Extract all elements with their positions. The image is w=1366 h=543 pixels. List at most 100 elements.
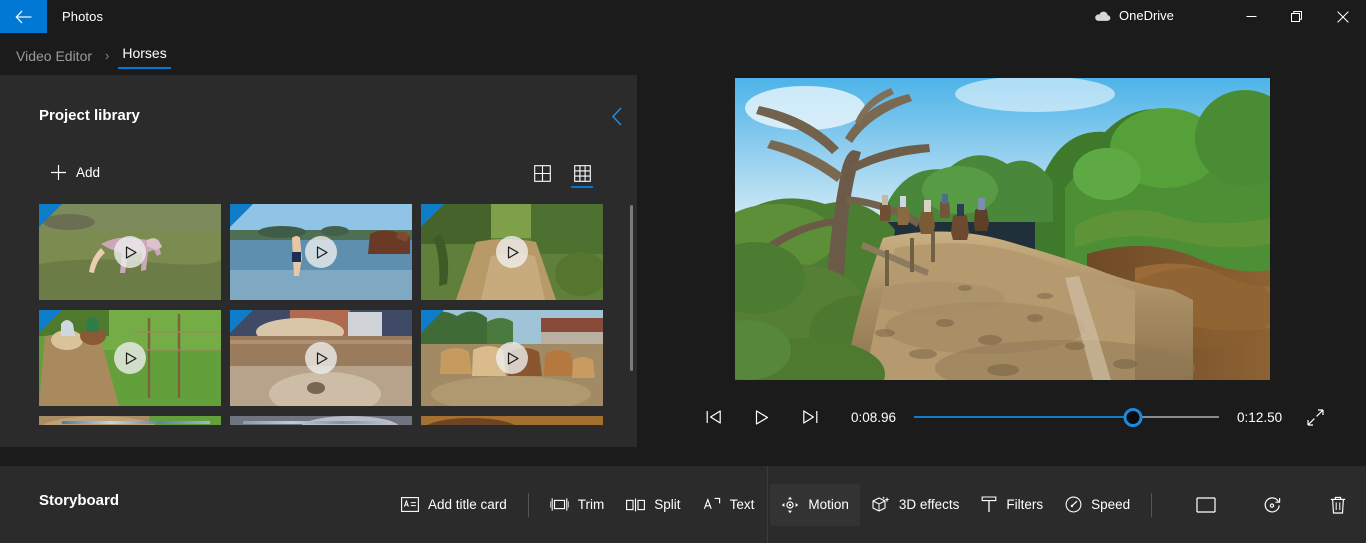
text-button[interactable]: Text [692, 484, 766, 526]
filters-label: Filters [1006, 497, 1044, 512]
large-grid-view-button[interactable] [528, 158, 556, 188]
delete-button[interactable] [1318, 484, 1358, 526]
video-corner-badge [39, 310, 62, 333]
breadcrumb-project-name[interactable]: Horses [118, 42, 171, 69]
cloud-icon [1095, 11, 1111, 21]
list-item[interactable] [421, 310, 603, 406]
video-corner-badge [421, 204, 444, 227]
trim-button[interactable]: Trim [539, 484, 616, 526]
minimize-icon [1246, 16, 1256, 17]
onedrive-status[interactable]: OneDrive [1094, 8, 1174, 23]
split-label: Split [654, 497, 681, 512]
list-item[interactable] [421, 416, 603, 425]
playback-controls: 0:08.96 0:12.50 [637, 396, 1366, 438]
title-card-icon [401, 497, 419, 512]
motion-icon [782, 496, 799, 513]
add-title-card-button[interactable]: Add title card [390, 484, 518, 526]
3d-effects-icon [872, 496, 890, 512]
rotate-button[interactable] [1252, 484, 1292, 526]
breadcrumb-separator: › [105, 48, 110, 63]
video-corner-badge [230, 204, 253, 227]
play-icon[interactable] [496, 342, 528, 374]
title-bar: Photos OneDrive [0, 0, 1366, 33]
split-button[interactable]: Split [615, 484, 691, 526]
motion-label: Motion [808, 497, 849, 512]
storyboard-title: Storyboard [39, 492, 120, 509]
aspect-ratio-button[interactable] [1186, 484, 1226, 526]
list-item[interactable] [421, 204, 603, 300]
library-scrollbar[interactable] [630, 205, 633, 371]
list-item[interactable] [39, 310, 221, 406]
video-preview-area [637, 75, 1366, 447]
thumbnail-row [39, 310, 619, 406]
storyboard-divider-3 [1151, 492, 1153, 517]
library-view-toggles [528, 158, 596, 188]
thumbnail-image [421, 416, 603, 425]
trim-label: Trim [577, 497, 605, 512]
seek-slider[interactable] [914, 407, 1220, 427]
arrow-left-icon [15, 10, 32, 23]
fullscreen-button[interactable] [1298, 402, 1332, 432]
chevron-left-icon [611, 106, 622, 126]
video-preview-frame[interactable] [735, 78, 1270, 380]
seek-handle[interactable] [1123, 407, 1143, 427]
rotate-icon [1264, 496, 1280, 512]
back-button[interactable] [0, 0, 47, 33]
trim-icon [549, 498, 569, 511]
small-grid-view-button[interactable] [568, 158, 596, 188]
minimize-button[interactable] [1228, 0, 1274, 33]
play-icon[interactable] [114, 236, 146, 268]
app-title: Photos [62, 9, 104, 24]
list-item[interactable] [230, 310, 412, 406]
next-frame-icon [803, 410, 818, 424]
total-time: 0:12.50 [1237, 409, 1283, 425]
video-corner-badge [421, 310, 444, 333]
thumbnail-row [39, 204, 619, 300]
fullscreen-icon [1306, 408, 1324, 426]
play-icon[interactable] [305, 342, 337, 374]
seek-progress [914, 416, 1133, 418]
previous-frame-button[interactable] [697, 402, 731, 432]
next-frame-button[interactable] [793, 402, 827, 432]
filters-icon [982, 496, 997, 512]
command-bar: Video Editor › Horses [0, 33, 1366, 104]
previous-frame-icon [706, 410, 721, 424]
play-button[interactable] [745, 402, 779, 432]
grid-small-icon [573, 164, 591, 182]
play-icon [755, 409, 769, 425]
speed-button[interactable]: Speed [1054, 484, 1141, 526]
play-icon[interactable] [305, 236, 337, 268]
storyboard-divider-1 [527, 492, 529, 517]
speed-icon [1065, 496, 1082, 513]
plus-icon [51, 164, 66, 180]
3d-effects-button[interactable]: 3D effects [860, 484, 971, 526]
maximize-button[interactable] [1274, 0, 1320, 33]
restore-icon [1291, 10, 1302, 22]
list-item[interactable] [39, 204, 221, 300]
3d-effects-label: 3D effects [898, 497, 960, 512]
filters-button[interactable]: Filters [970, 484, 1054, 526]
storyboard-toolbar: Add title card Trim Split Text Motion 3D… [390, 466, 1366, 543]
play-icon[interactable] [114, 342, 146, 374]
current-time: 0:08.96 [851, 409, 897, 425]
play-icon[interactable] [496, 236, 528, 268]
collapse-library-button[interactable] [604, 103, 630, 129]
video-editor-window: Photos OneDrive Video Editor › Horses Pr… [0, 0, 1366, 543]
list-item[interactable] [230, 204, 412, 300]
motion-button[interactable]: Motion [770, 483, 860, 526]
add-media-button[interactable]: Add [44, 159, 106, 185]
library-thumbnail-grid [39, 204, 619, 425]
speed-label: Speed [1091, 497, 1131, 512]
text-label: Text [729, 497, 755, 512]
onedrive-label: OneDrive [1119, 8, 1174, 23]
preview-image [735, 78, 1270, 380]
thumbnail-filmstrip-bar [62, 421, 210, 424]
thumbnail-filmstrip-bar [243, 421, 391, 424]
breadcrumb-video-editor[interactable]: Video Editor [12, 45, 96, 67]
video-corner-badge [230, 310, 253, 333]
split-icon [626, 498, 646, 511]
close-icon [1337, 10, 1349, 23]
storyboard-divider-2 [767, 466, 769, 543]
close-button[interactable] [1320, 0, 1366, 33]
add-media-label: Add [76, 164, 101, 180]
